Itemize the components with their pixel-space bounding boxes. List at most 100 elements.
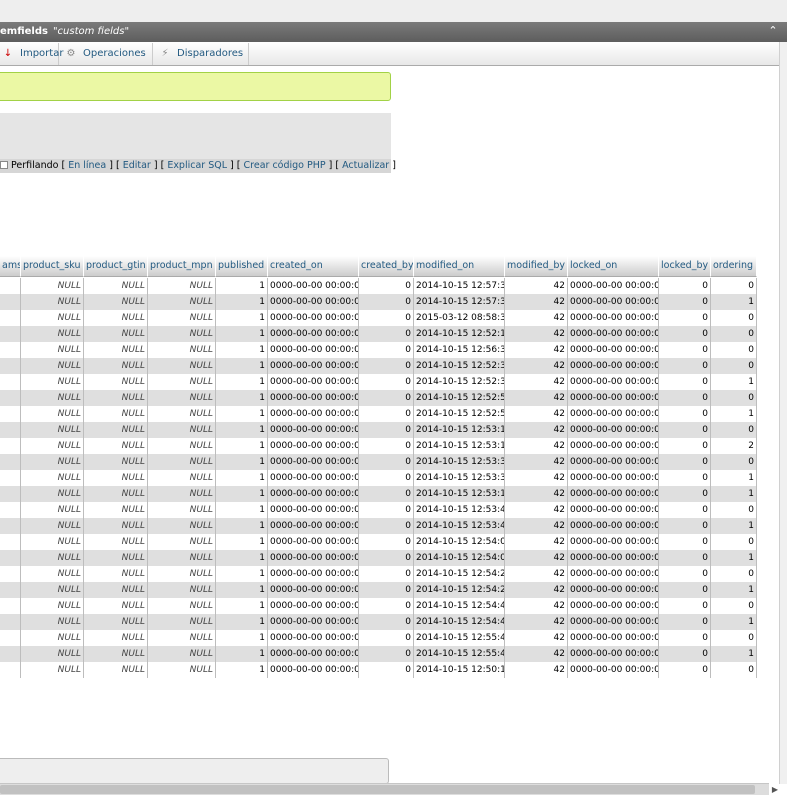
table-cell[interactable] (0, 566, 21, 582)
table-cell[interactable]: NULL (148, 582, 216, 598)
table-cell[interactable]: 42 (505, 342, 568, 358)
table-cell[interactable]: 0000-00-00 00:00:00 (268, 550, 359, 566)
table-cell[interactable]: 0000-00-00 00:00:00 (568, 342, 659, 358)
table-cell[interactable]: 0 (659, 534, 711, 550)
table-cell[interactable]: 1 (711, 470, 757, 486)
table-cell[interactable]: NULL (21, 534, 84, 550)
column-header-modified-by[interactable]: modified_by (505, 256, 568, 277)
table-cell[interactable]: 0000-00-00 00:00:00 (268, 502, 359, 518)
table-cell[interactable]: NULL (148, 550, 216, 566)
table-cell[interactable]: 0000-00-00 00:00:00 (268, 406, 359, 422)
table-cell[interactable]: NULL (21, 406, 84, 422)
table-cell[interactable]: 0 (659, 438, 711, 454)
table-cell[interactable]: 0 (359, 438, 414, 454)
table-cell[interactable] (0, 310, 21, 326)
table-cell[interactable]: 42 (505, 406, 568, 422)
table-cell[interactable]: 42 (505, 326, 568, 342)
table-cell[interactable]: NULL (148, 342, 216, 358)
table-cell[interactable]: 0000-00-00 00:00:00 (268, 294, 359, 310)
table-cell[interactable]: NULL (21, 454, 84, 470)
table-cell[interactable] (0, 646, 21, 662)
table-cell[interactable]: 0000-00-00 00:00:00 (268, 534, 359, 550)
table-cell[interactable]: 0 (659, 470, 711, 486)
table-cell[interactable]: 2014-10-15 12:50:14 (414, 662, 505, 678)
table-row[interactable]: NULL NULL NULL 1 0000-00-00 00:00:00 0 2014-10… (0, 518, 757, 534)
table-cell[interactable]: 0000-00-00 00:00:00 (568, 582, 659, 598)
table-cell[interactable]: 0 (359, 374, 414, 390)
table-cell[interactable]: 0000-00-00 00:00:00 (268, 454, 359, 470)
table-cell[interactable]: 0 (711, 390, 757, 406)
table-cell[interactable]: 1 (216, 582, 268, 598)
table-cell[interactable]: NULL (148, 358, 216, 374)
column-header-params[interactable]: ams (0, 256, 21, 277)
table-cell[interactable]: 0 (711, 454, 757, 470)
table-cell[interactable]: 42 (505, 486, 568, 502)
table-cell[interactable]: 2014-10-15 12:54:25 (414, 582, 505, 598)
table-cell[interactable]: NULL (84, 630, 148, 646)
table-cell[interactable]: 1 (216, 630, 268, 646)
table-cell[interactable]: 0 (359, 502, 414, 518)
table-cell[interactable]: 0000-00-00 00:00:00 (268, 566, 359, 582)
table-cell[interactable]: 2014-10-15 12:53:48 (414, 518, 505, 534)
table-cell[interactable]: 0 (659, 310, 711, 326)
table-cell[interactable]: 2014-10-15 12:52:37 (414, 358, 505, 374)
table-cell[interactable]: 42 (505, 534, 568, 550)
table-cell[interactable]: 1 (216, 550, 268, 566)
table-cell[interactable]: 42 (505, 374, 568, 390)
table-cell[interactable]: 42 (505, 278, 568, 294)
table-cell[interactable]: 0000-00-00 00:00:00 (268, 310, 359, 326)
table-cell[interactable]: 0000-00-00 00:00:00 (268, 326, 359, 342)
table-cell[interactable]: NULL (84, 470, 148, 486)
table-cell[interactable]: 0 (711, 278, 757, 294)
table-cell[interactable] (0, 470, 21, 486)
table-cell[interactable]: NULL (21, 342, 84, 358)
table-cell[interactable]: 42 (505, 470, 568, 486)
table-cell[interactable]: 1 (216, 326, 268, 342)
explain-sql-link[interactable]: Explicar SQL (167, 160, 227, 171)
table-cell[interactable]: 0 (359, 566, 414, 582)
table-cell[interactable]: 42 (505, 582, 568, 598)
table-cell[interactable]: 0000-00-00 00:00:00 (568, 550, 659, 566)
table-cell[interactable]: 0000-00-00 00:00:00 (568, 422, 659, 438)
table-cell[interactable]: NULL (84, 374, 148, 390)
table-cell[interactable]: 0 (659, 406, 711, 422)
table-cell[interactable]: 0000-00-00 00:00:00 (568, 502, 659, 518)
table-cell[interactable]: 0 (359, 342, 414, 358)
table-cell[interactable]: 0 (659, 454, 711, 470)
table-row[interactable]: NULL NULL NULL 1 0000-00-00 00:00:00 0 2014-10… (0, 566, 757, 582)
table-cell[interactable] (0, 374, 21, 390)
table-cell[interactable]: NULL (84, 310, 148, 326)
table-cell[interactable] (0, 630, 21, 646)
table-cell[interactable] (0, 342, 21, 358)
table-cell[interactable]: 0 (711, 502, 757, 518)
table-row[interactable]: NULL NULL NULL 1 0000-00-00 00:00:00 0 2014-10… (0, 438, 757, 454)
table-cell[interactable]: 1 (216, 470, 268, 486)
table-cell[interactable]: NULL (84, 614, 148, 630)
table-cell[interactable]: NULL (84, 534, 148, 550)
table-cell[interactable]: 0 (659, 390, 711, 406)
table-cell[interactable]: 0000-00-00 00:00:00 (568, 310, 659, 326)
table-cell[interactable]: 0000-00-00 00:00:00 (568, 454, 659, 470)
table-row[interactable]: NULL NULL NULL 1 0000-00-00 00:00:00 0 2014-10… (0, 342, 757, 358)
edit-link[interactable]: Editar (123, 160, 151, 171)
table-cell[interactable]: 0000-00-00 00:00:00 (268, 598, 359, 614)
table-cell[interactable]: 1 (711, 294, 757, 310)
table-cell[interactable]: 1 (216, 358, 268, 374)
table-cell[interactable]: 1 (711, 518, 757, 534)
table-cell[interactable]: NULL (148, 278, 216, 294)
table-cell[interactable]: NULL (21, 598, 84, 614)
table-cell[interactable]: NULL (148, 598, 216, 614)
table-cell[interactable]: 1 (216, 406, 268, 422)
table-cell[interactable]: 2014-10-15 12:54:46 (414, 614, 505, 630)
table-row[interactable]: NULL NULL NULL 1 0000-00-00 00:00:00 0 2014-10… (0, 630, 757, 646)
table-cell[interactable]: 0000-00-00 00:00:00 (268, 646, 359, 662)
table-cell[interactable]: 0 (659, 614, 711, 630)
table-cell[interactable] (0, 582, 21, 598)
table-cell[interactable]: 1 (216, 486, 268, 502)
table-cell[interactable] (0, 278, 21, 294)
table-cell[interactable]: 42 (505, 646, 568, 662)
table-cell[interactable]: NULL (84, 278, 148, 294)
scrollbar-thumb[interactable] (0, 785, 755, 794)
table-cell[interactable]: 42 (505, 358, 568, 374)
table-cell[interactable]: 0 (659, 598, 711, 614)
